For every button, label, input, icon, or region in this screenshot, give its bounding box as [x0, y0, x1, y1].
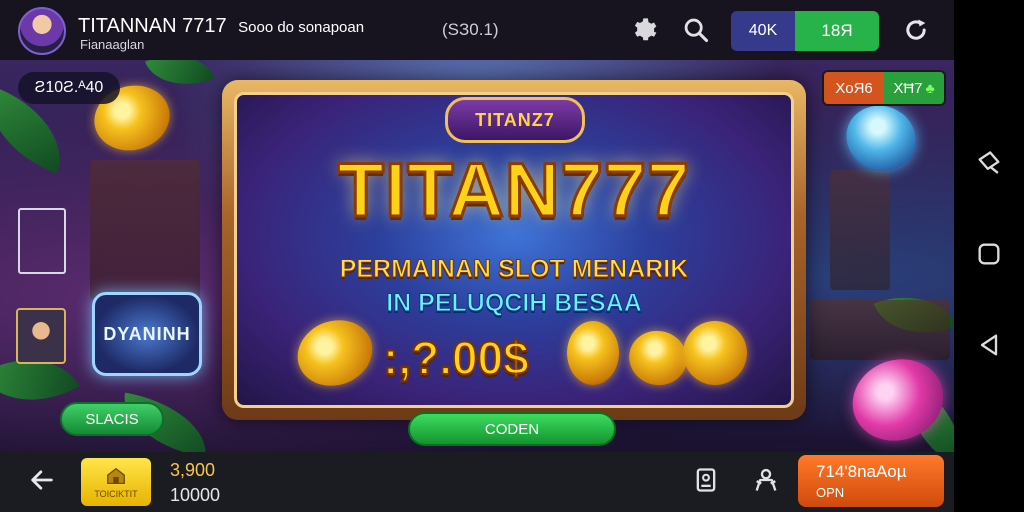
search-icon[interactable]: [682, 16, 710, 44]
promo-board: TITANZ7 TITAN777 PERMAINAN SLOT MENARIK …: [222, 80, 806, 420]
bet-button-sublabel: OPN: [816, 485, 845, 500]
gold-coin: [567, 321, 619, 385]
brand-badge[interactable]: DYANINH: [92, 292, 202, 376]
app-title-sub: Sooo do sonapoan: [238, 19, 365, 36]
decor-table: [810, 300, 950, 360]
toggle-left[interactable]: 40K: [731, 11, 795, 51]
promo-board-inner: TITANZ7 TITAN777 PERMAINAN SLOT MENARIK …: [234, 92, 794, 408]
selection-box[interactable]: [18, 208, 66, 274]
banner-amount: :,?.00$: [382, 331, 530, 385]
decor-shelf: [830, 170, 890, 290]
gold-coin-stack: [288, 309, 382, 397]
decor-shelf: [90, 160, 200, 300]
home-icon: [107, 467, 125, 484]
recent-apps-icon[interactable]: [975, 149, 1003, 182]
stat-bottom: 10000: [170, 485, 221, 505]
mini-logo: TITANZ7: [445, 97, 585, 143]
chips-badge-right-label: XĦ7: [893, 79, 923, 97]
currency-toggle[interactable]: 40K 18Я: [731, 11, 879, 51]
banner-line2: IN PELUQCIH BESAA: [386, 289, 643, 318]
bet-button-label: 714'8naAoµ: [816, 462, 907, 481]
top-bar: TITANNAN 7717 Sooo do sonapoan Fianaagla…: [0, 0, 954, 60]
home-button-label: TOICIKTIT: [94, 489, 138, 499]
status-text: (SЗ0.1): [442, 20, 499, 39]
back-nav-icon[interactable]: [975, 331, 1003, 364]
side-button[interactable]: SLACIS: [60, 402, 164, 436]
toggle-right[interactable]: 18Я: [795, 11, 879, 51]
app-title: TITANNAN 7717 Sooo do sonapoan: [78, 15, 364, 38]
gear-icon[interactable]: [630, 16, 658, 44]
banner-line1: PERMAINAN SLOT MENARIK: [339, 255, 689, 284]
chips-badge-left: XoЯ6: [824, 72, 884, 104]
back-arrow-icon[interactable]: [28, 466, 56, 494]
document-icon[interactable]: [692, 466, 720, 494]
character-thumbnail[interactable]: [16, 308, 66, 364]
chips-badge-right: XĦ7 ♣: [884, 72, 944, 104]
balance-pill[interactable]: Ƨ10Ƨ.ᴬ40: [18, 72, 120, 104]
home-nav-icon[interactable]: [975, 240, 1003, 273]
app-subtitle: Fianaaglan: [80, 37, 145, 52]
bet-button[interactable]: 714'8naAoµ OPN: [798, 455, 944, 507]
app-title-main: TITANNAN 7717: [78, 15, 227, 37]
bottom-bar: TOICIKTIT 3,900 10000 714'8naAoµ OPN: [0, 452, 954, 512]
system-nav-bar: [954, 0, 1024, 512]
clover-icon: ♣: [925, 80, 935, 96]
gold-coin: [683, 321, 747, 385]
game-stage: Ƨ10Ƨ.ᴬ40 DYANINH SLACIS XoЯ6 XĦ7 ♣ TITAN…: [0, 60, 954, 452]
avatar[interactable]: [18, 7, 66, 55]
stat-top: 3,900: [170, 460, 216, 480]
banner-title: TITAN777: [336, 147, 691, 235]
blue-chip: [837, 95, 925, 181]
home-button[interactable]: TOICIKTIT: [81, 458, 151, 506]
refresh-icon[interactable]: [902, 16, 930, 44]
person-icon[interactable]: [752, 466, 780, 494]
chips-badge[interactable]: XoЯ6 XĦ7 ♣: [822, 70, 946, 106]
center-button[interactable]: CODEN: [408, 412, 616, 446]
